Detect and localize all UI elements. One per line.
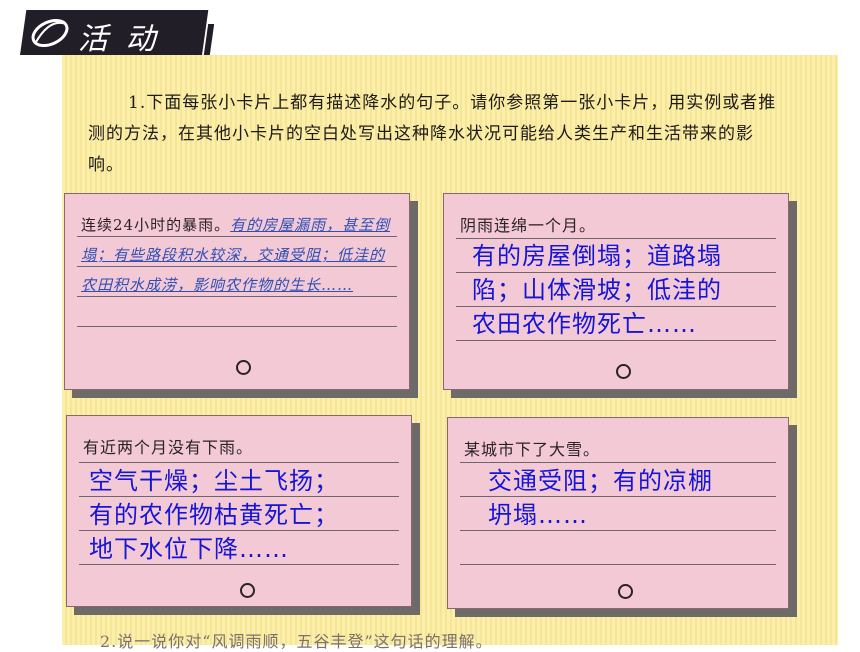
precipitation-card-2: 阴雨连绵一个月。 有的房屋倒塌；道路塌 陷；山体滑坡；低洼的 农田农作物死亡…… [443,193,789,390]
card-4-prompt: 某城市下了大雪。 [464,440,601,459]
activity-instructions: 1.下面每张小卡片上都有描述降水的句子。请你参照第一张小卡片，用实例或者推测的方… [88,93,777,175]
banner-title: 活 动 [78,22,160,57]
card-3-prompt: 有近两个月没有下雨。 [83,438,254,457]
card-4-answer: 交通受阻；有的凉棚 坍塌…… [488,467,713,529]
activity-banner: 活 动 [20,10,215,57]
next-question-partial: 2.说一说你对“风调雨顺，五谷丰登”这句话的理解。 [100,632,493,651]
card-3-hole [240,583,255,598]
card-4-hole [618,584,633,599]
precipitation-card-3: 有近两个月没有下雨。 空气干燥；尘土飞扬； 有的农作物枯黄死亡； 地下水位下降…… [66,415,412,607]
precipitation-card-4: 某城市下了大雪。 交通受阻；有的凉棚 坍塌…… [447,417,789,609]
card-1-text: 连续24小时的暴雨。有的房屋漏雨，甚至倒塌；有些路段积水较深，交通受阻；低洼的农… [81,216,391,294]
card-1-hole [236,360,251,375]
card-2-prompt: 阴雨连绵一个月。 [460,216,597,235]
card-2-answer: 有的房屋倒塌；道路塌 陷；山体滑坡；低洼的 农田农作物死亡…… [472,242,722,338]
card-2-hole [616,364,631,379]
swirl-logo-icon [31,18,69,48]
precipitation-card-1: 连续24小时的暴雨。有的房屋漏雨，甚至倒塌；有些路段积水较深，交通受阻；低洼的农… [64,193,410,390]
card-3-answer: 空气干燥；尘土飞扬； 有的农作物枯黄死亡； 地下水位下降…… [89,467,339,563]
